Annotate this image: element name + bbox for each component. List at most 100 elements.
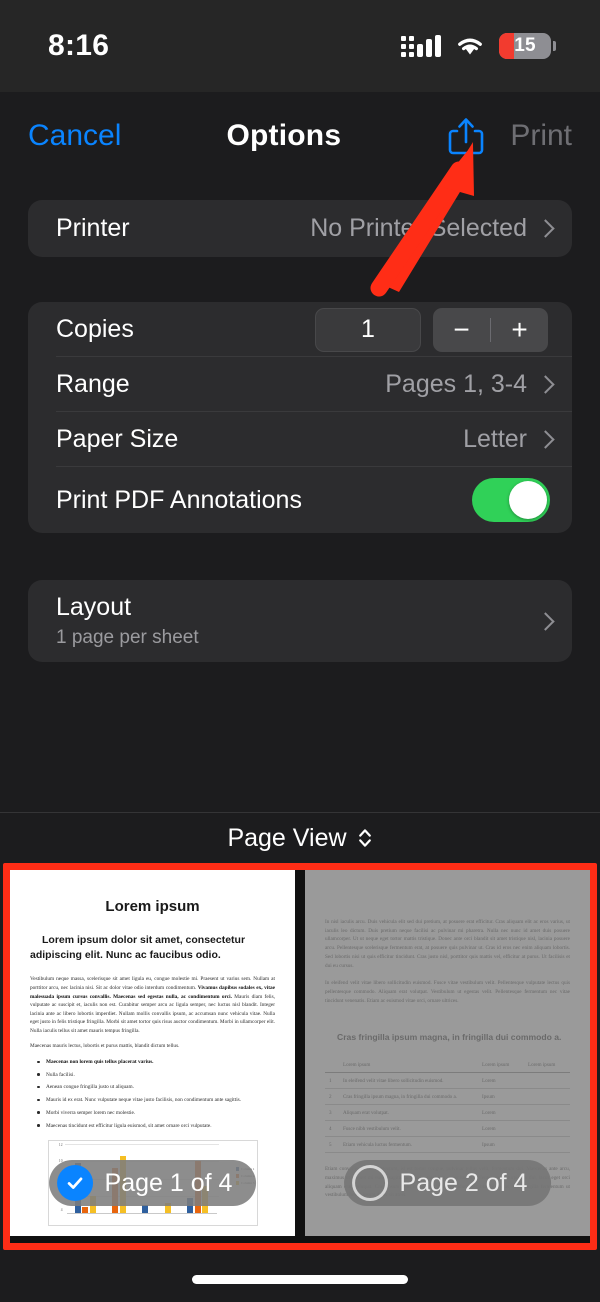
- document-table: Lorem ipsum Lorem ipsum Lorem ipsum 1 In…: [325, 1057, 570, 1154]
- table-header: Lorem ipsum: [478, 1057, 524, 1074]
- list-item: Morbi viverra semper lorem nec molestie.: [30, 1109, 275, 1117]
- print-options-group: Copies 1 − + Range Pages 1, 3-4 Paper Si…: [28, 302, 572, 533]
- printer-group: Printer No Printer Selected: [28, 200, 572, 257]
- copies-increment-button[interactable]: +: [491, 308, 548, 352]
- y-tick: 4: [60, 1208, 63, 1213]
- list-item: Aenean congue fringilla justo ut aliquam…: [30, 1083, 275, 1091]
- table-row: 4 Fusce nibh vestibulum velit. Lorem: [325, 1120, 570, 1138]
- table-cell: Aliquam erat volutpat.: [339, 1104, 478, 1122]
- range-label: Range: [56, 370, 130, 398]
- chart-axis-line: [66, 1212, 217, 1214]
- list-item: Mauris id ex erat. Nunc vulputate neque …: [30, 1096, 275, 1104]
- status-bar: 8:16 15: [0, 0, 600, 92]
- table-cell: Ipsum: [478, 1088, 524, 1106]
- table-row: 3 Aliquam erat volutpat. Lorem: [325, 1104, 570, 1122]
- battery-icon: 15: [499, 33, 551, 59]
- cancel-button[interactable]: Cancel: [28, 119, 121, 153]
- table-header: Lorem ipsum: [339, 1057, 478, 1074]
- chevron-right-icon: [539, 219, 550, 238]
- page-view-label: Page View: [227, 823, 347, 852]
- list-item: Maecenas tincidunt est efficitur ligula …: [30, 1122, 275, 1130]
- up-down-chevron-icon: [358, 829, 371, 847]
- page-badge-label: Page 2 of 4: [399, 1168, 528, 1197]
- list-item: Maecenas non lorem quis tellus placerat …: [30, 1058, 275, 1066]
- document-title: Lorem ipsum: [105, 898, 200, 915]
- table-cell: 5: [325, 1136, 339, 1154]
- page-thumbnails: Lorem ipsum Lorem ipsum dolor sit amet, …: [10, 870, 590, 1244]
- document-paragraph: In eleifend velit vitae libero sollicitu…: [325, 980, 570, 1004]
- document-bullet-list: Maecenas non lorem quis tellus placerat …: [30, 1058, 275, 1130]
- page-view-selector[interactable]: Page View: [0, 813, 600, 863]
- quantity-stepper: − +: [433, 307, 548, 352]
- row-paper-size[interactable]: Paper Size Letter: [28, 412, 572, 467]
- row-range[interactable]: Range Pages 1, 3-4: [28, 357, 572, 412]
- table-cell: Lorem: [478, 1072, 524, 1090]
- table-cell: In eleifend velit vitae libero sollicitu…: [339, 1072, 478, 1090]
- copies-controls: 1 − +: [315, 307, 548, 352]
- table-cell: Fusce nibh vestibulum velit.: [339, 1120, 478, 1138]
- table-cell: [524, 1136, 570, 1154]
- row-layout[interactable]: Layout 1 page per sheet: [28, 580, 572, 662]
- row-copies: Copies 1 − +: [28, 302, 572, 357]
- print-pdf-annotations-label: Print PDF Annotations: [56, 485, 302, 514]
- share-icon[interactable]: [446, 114, 486, 158]
- page-thumbnail-1[interactable]: Lorem ipsum Lorem ipsum dolor sit amet, …: [10, 870, 295, 1236]
- settings-content: Printer No Printer Selected Copies 1 − +: [0, 180, 600, 810]
- row-printer[interactable]: Printer No Printer Selected: [28, 200, 572, 257]
- page-title: Options: [226, 119, 342, 152]
- nav-right-actions: Print: [446, 114, 572, 158]
- table-cell: Cras fringilla ipsum magna, in fringilla…: [339, 1088, 478, 1106]
- table-cell: [524, 1088, 570, 1106]
- status-icons: 15: [401, 33, 556, 59]
- layout-sublabel: 1 page per sheet: [56, 627, 199, 648]
- battery-percent-label: 15: [514, 35, 536, 56]
- table-cell: Lorem: [478, 1104, 524, 1122]
- battery-cap: [553, 41, 556, 51]
- table-cell: Etiam vehicula luctus fermentum.: [339, 1136, 478, 1154]
- navigation-bar: Cancel Options Print: [0, 92, 600, 180]
- table-header-row: Lorem ipsum Lorem ipsum Lorem ipsum: [325, 1057, 570, 1074]
- list-item-text: Maecenas non lorem quis tellus placerat …: [46, 1059, 154, 1066]
- print-options-screen: 8:16 15 Cancel Options Print Printer No …: [0, 0, 600, 1302]
- copies-input[interactable]: 1: [315, 307, 421, 352]
- chevron-right-icon: [539, 375, 550, 394]
- layout-group: Layout 1 page per sheet: [28, 580, 572, 662]
- row-print-pdf-annotations: Print PDF Annotations: [28, 467, 572, 533]
- table-cell: 4: [325, 1120, 339, 1138]
- document-paragraph: In nisl iaculis arcu. Duis vehicula elit…: [325, 919, 570, 969]
- table-row: 5 Etiam vehicula luctus fermentum. Ipsum: [325, 1136, 570, 1154]
- paper-size-label: Paper Size: [56, 425, 179, 453]
- printer-label: Printer: [56, 214, 130, 242]
- document-heading: Cras fringilla ipsum magna, in fringilla…: [337, 1031, 562, 1042]
- table-cell: 3: [325, 1104, 339, 1122]
- cellular-signal-icon: [401, 35, 441, 57]
- document-paragraph-2: Maecenas mauris lectus, lobortis et puru…: [30, 1043, 180, 1050]
- table-header: [325, 1057, 339, 1074]
- table-cell: [524, 1104, 570, 1122]
- page-selection-badge[interactable]: Page 1 of 4: [48, 1160, 257, 1206]
- empty-circle-icon: [351, 1165, 388, 1201]
- list-item: Nulla facilisi.: [30, 1071, 275, 1079]
- y-tick: 12: [58, 1142, 63, 1147]
- table-cell: [524, 1072, 570, 1090]
- table-cell: Lorem: [478, 1120, 524, 1138]
- page-selection-badge[interactable]: Page 2 of 4: [343, 1160, 552, 1206]
- table-cell: 2: [325, 1088, 339, 1106]
- table-header: Lorem ipsum: [524, 1057, 570, 1074]
- printer-value: No Printer Selected: [310, 214, 527, 242]
- home-indicator[interactable]: [192, 1275, 408, 1284]
- print-pdf-annotations-toggle[interactable]: [472, 478, 550, 522]
- chevron-right-icon: [539, 430, 550, 449]
- toggle-knob: [509, 481, 547, 519]
- range-value: Pages 1, 3-4: [385, 370, 527, 398]
- layout-label: Layout: [56, 593, 132, 621]
- table-cell: 1: [325, 1072, 339, 1090]
- chevron-right-icon: [539, 612, 550, 631]
- table-cell: [524, 1120, 570, 1138]
- copies-decrement-button[interactable]: −: [433, 308, 490, 352]
- copies-label: Copies: [56, 315, 134, 343]
- table-row: 2 Cras fringilla ipsum magna, in fringil…: [325, 1088, 570, 1106]
- print-button[interactable]: Print: [510, 119, 572, 153]
- checkmark-circle-icon: [56, 1165, 93, 1201]
- page-thumbnail-2[interactable]: In nisl iaculis arcu. Duis vehicula elit…: [305, 870, 590, 1236]
